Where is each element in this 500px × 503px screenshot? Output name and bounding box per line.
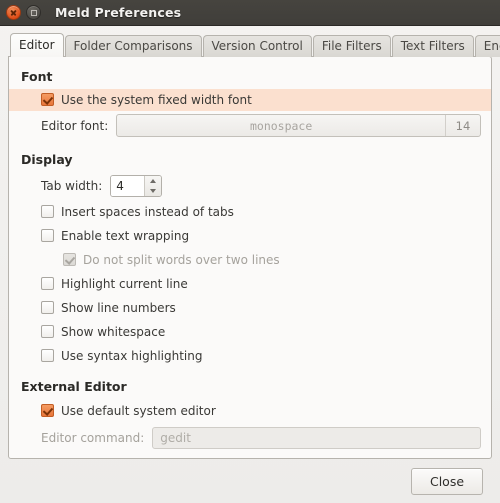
use-system-font-row[interactable]: Use the system fixed width font <box>9 88 491 111</box>
close-button[interactable]: Close <box>411 467 483 495</box>
show-line-numbers-row[interactable]: Show line numbers <box>19 296 481 320</box>
editor-font-size: 14 <box>445 115 480 137</box>
editor-command-input: gedit <box>152 426 481 449</box>
insert-spaces-row[interactable]: Insert spaces instead of tabs <box>19 200 481 224</box>
syntax-highlighting-label: Use syntax highlighting <box>61 348 203 363</box>
use-system-font-label: Use the system fixed width font <box>61 92 252 107</box>
tab-label: Text Filters <box>400 38 465 53</box>
tab-editor[interactable]: Editor <box>10 32 64 57</box>
use-system-font-checkbox[interactable] <box>41 93 54 107</box>
display-section-title: Display <box>21 151 73 167</box>
dialog-body: Editor Folder Comparisons Version Contro… <box>0 26 500 503</box>
tab-strip: Editor Folder Comparisons Version Contro… <box>8 32 500 57</box>
use-default-editor-checkbox[interactable] <box>41 404 54 418</box>
tab-label: Encoding <box>483 38 500 53</box>
editor-font-button[interactable]: monospace 14 <box>116 114 481 138</box>
syntax-highlighting-checkbox[interactable] <box>41 349 54 363</box>
tab-file-filters[interactable]: File Filters <box>312 34 391 57</box>
text-wrapping-row[interactable]: Enable text wrapping <box>19 224 481 248</box>
tab-width-label: Tab width: <box>41 178 103 193</box>
tab-width-row: Tab width: 4 <box>19 172 481 200</box>
tab-version-control[interactable]: Version Control <box>202 34 312 57</box>
highlight-current-line-checkbox[interactable] <box>41 277 54 291</box>
syntax-highlighting-row[interactable]: Use syntax highlighting <box>19 344 481 368</box>
tab-encoding[interactable]: Encoding <box>474 34 500 57</box>
use-default-editor-row[interactable]: Use default system editor <box>19 399 481 423</box>
display-section: Display Tab width: 4 Insert spaces inste… <box>19 152 481 368</box>
show-whitespace-row[interactable]: Show whitespace <box>19 320 481 344</box>
use-default-editor-label: Use default system editor <box>61 403 216 418</box>
do-not-split-words-label: Do not split words over two lines <box>83 252 280 267</box>
chevron-down-icon[interactable] <box>145 186 161 196</box>
show-line-numbers-label: Show line numbers <box>61 300 176 315</box>
do-not-split-words-row: Do not split words over two lines <box>19 248 481 272</box>
preferences-window: Meld Preferences Editor Folder Compariso… <box>0 0 500 503</box>
tab-folder-comparisons[interactable]: Folder Comparisons <box>64 34 202 57</box>
tab-label: Editor <box>19 37 55 52</box>
external-editor-section-title: External Editor <box>21 378 127 394</box>
chevron-up-icon[interactable] <box>145 176 161 186</box>
editor-font-label: Editor font: <box>41 118 109 133</box>
insert-spaces-label: Insert spaces instead of tabs <box>61 204 234 219</box>
editor-command-row: Editor command: gedit <box>19 423 481 453</box>
show-whitespace-label: Show whitespace <box>61 324 166 339</box>
editor-command-label: Editor command: <box>41 430 145 445</box>
highlight-current-line-row[interactable]: Highlight current line <box>19 272 481 296</box>
tab-text-filters[interactable]: Text Filters <box>391 34 474 57</box>
maximize-icon[interactable] <box>26 5 41 20</box>
show-whitespace-checkbox[interactable] <box>41 325 54 339</box>
close-icon[interactable] <box>6 5 21 20</box>
editor-command-value: gedit <box>160 430 191 445</box>
titlebar: Meld Preferences <box>0 0 500 26</box>
text-wrapping-checkbox[interactable] <box>41 229 54 243</box>
external-editor-section: External Editor Use default system edito… <box>19 379 481 453</box>
tab-width-arrows <box>144 175 162 196</box>
editor-font-family: monospace <box>249 118 313 133</box>
window-title: Meld Preferences <box>55 5 182 20</box>
tab-width-stepper[interactable]: 4 <box>110 174 163 197</box>
font-section-title: Font <box>21 68 53 84</box>
do-not-split-words-checkbox <box>63 253 76 267</box>
highlight-current-line-label: Highlight current line <box>61 276 188 291</box>
insert-spaces-checkbox[interactable] <box>41 205 54 219</box>
tab-width-value[interactable]: 4 <box>111 175 145 196</box>
tab-label: Folder Comparisons <box>73 38 193 53</box>
editor-font-row: Editor font: monospace 14 <box>19 111 481 141</box>
editor-tab-page: Font Use the system fixed width font Edi… <box>8 55 492 459</box>
close-button-label: Close <box>429 473 465 489</box>
text-wrapping-label: Enable text wrapping <box>61 228 190 243</box>
action-area: Close <box>8 459 492 503</box>
tab-label: File Filters <box>321 38 382 53</box>
tab-label: Version Control <box>211 38 303 53</box>
font-section: Font Use the system fixed width font Edi… <box>9 68 491 141</box>
show-line-numbers-checkbox[interactable] <box>41 301 54 315</box>
